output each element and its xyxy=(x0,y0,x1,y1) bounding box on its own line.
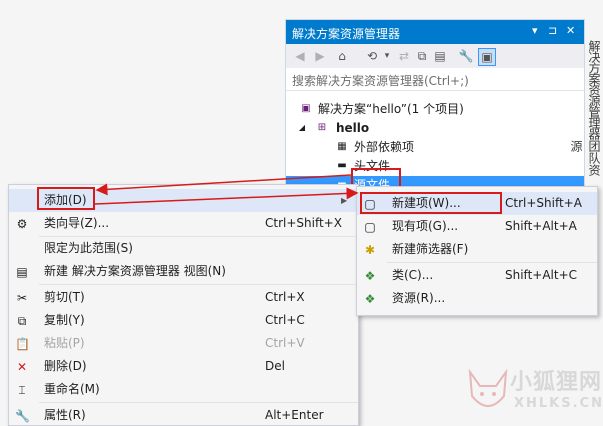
arrow-to-add xyxy=(95,174,352,196)
fox-logo-icon xyxy=(468,368,508,407)
annotation-arrows xyxy=(94,174,359,205)
watermark-logo: 小狐狸网 XHLKS.CN xyxy=(462,362,603,419)
arrow-to-submenu xyxy=(94,187,359,205)
watermark-en: XHLKS.CN xyxy=(514,396,603,411)
watermark-cn: 小狐狸网 xyxy=(510,370,603,395)
